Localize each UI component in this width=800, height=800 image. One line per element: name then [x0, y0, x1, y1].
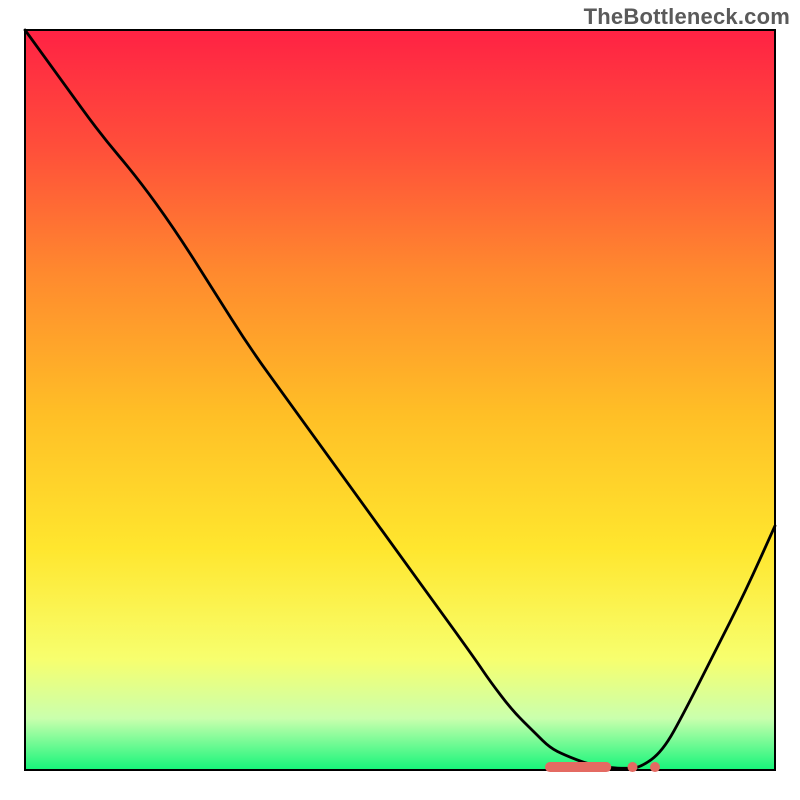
- chart-container: TheBottleneck.com: [0, 0, 800, 800]
- plot-area: [25, 30, 775, 770]
- bottleneck-chart: [0, 0, 800, 800]
